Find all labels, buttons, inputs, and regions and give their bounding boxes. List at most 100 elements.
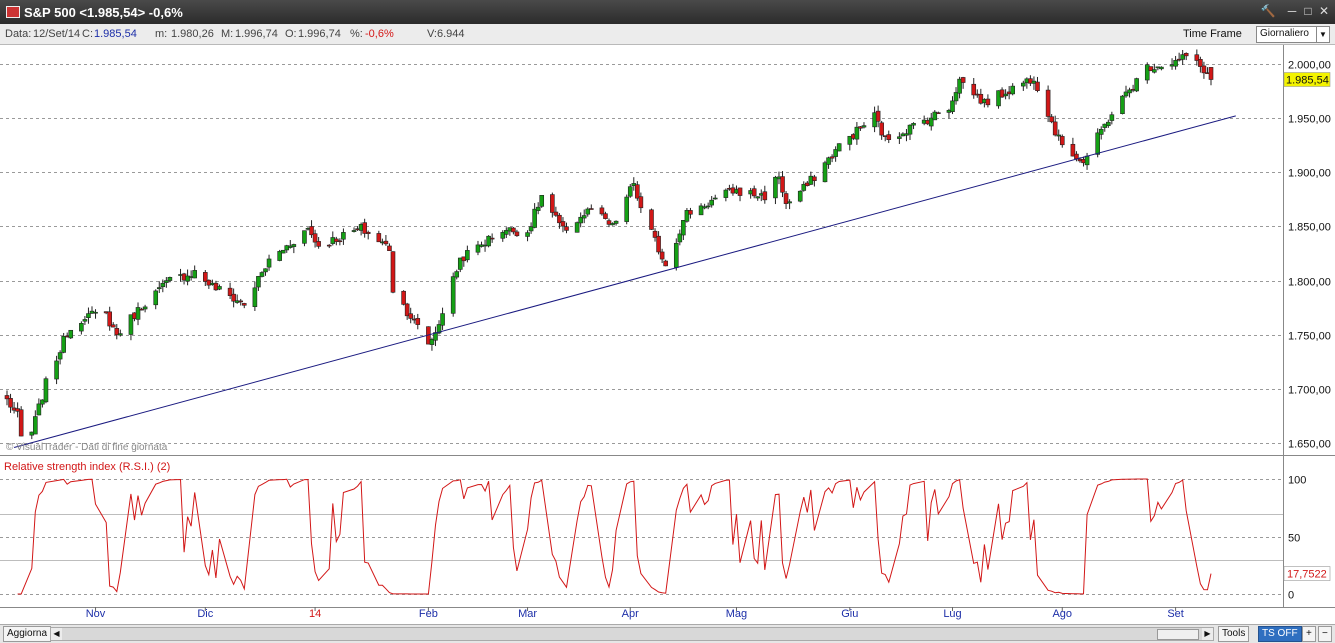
ts-off-button[interactable]: TS OFF: [1258, 626, 1302, 642]
chart-window-icon: [6, 6, 20, 18]
price-tick-label: 1.650,00: [1288, 439, 1331, 451]
candle-body: [712, 197, 718, 200]
open-value: 1.996,74: [298, 28, 341, 40]
candle-body: [550, 194, 555, 213]
candle-body: [1120, 95, 1125, 114]
chart-area[interactable]: 1.650,00 1.700,00 1.750,00 1.800,00 1.850,00…: [0, 45, 1335, 624]
candle-body: [33, 416, 38, 435]
pct-value: -0,6%: [365, 28, 394, 40]
price-tick-label: 1.800,00: [1288, 277, 1331, 289]
candle-body: [465, 250, 470, 261]
open-label: O:: [285, 28, 297, 40]
rsi-title: Relative strength index (R.S.I.) (2): [4, 461, 170, 473]
candle-body: [383, 240, 389, 245]
candle-body: [1095, 132, 1100, 155]
date-label: Data:: [5, 28, 32, 40]
horizontal-scrollbar[interactable]: ◀ ▶: [50, 627, 1214, 641]
xaxis-month-label: Nov: [86, 608, 106, 620]
minimize-button[interactable]: ─: [1284, 3, 1300, 19]
price-tick-label: 1.900,00: [1288, 168, 1331, 180]
max-label: M:: [221, 28, 234, 40]
candle-body: [1106, 121, 1111, 127]
candle-body: [256, 276, 261, 288]
candle-body: [1198, 59, 1203, 67]
candle-body: [737, 187, 743, 196]
candle-body: [401, 290, 406, 305]
candle-body: [351, 230, 357, 232]
candle-body: [762, 191, 768, 201]
candle-body: [525, 232, 530, 237]
candle-body: [1159, 66, 1164, 70]
price-tick-label: 2.000,00: [1288, 60, 1331, 72]
candle-body: [57, 352, 63, 360]
candle-body: [836, 143, 842, 152]
zoom-out-button[interactable]: −: [1318, 626, 1332, 642]
candle-body: [415, 318, 421, 325]
rsi-last-label: 17,7522: [1287, 569, 1327, 581]
timeframe-select[interactable]: Giornaliero ▼: [1256, 26, 1330, 43]
tools-button[interactable]: Tools: [1218, 626, 1250, 642]
candle-body: [142, 306, 148, 310]
update-button[interactable]: Aggiorna: [3, 626, 52, 642]
candle-body: [18, 409, 24, 437]
candle-body: [560, 221, 566, 227]
candle-body: [450, 276, 456, 314]
candle-body: [826, 157, 831, 165]
scroll-left-icon[interactable]: ◀: [51, 628, 62, 640]
candle-body: [454, 271, 460, 278]
candle-body: [656, 235, 661, 253]
candle-body: [1074, 153, 1079, 160]
candle-body: [153, 290, 159, 306]
scroll-right-icon[interactable]: ▶: [1202, 628, 1213, 640]
candle-body: [43, 378, 49, 403]
candle-body: [953, 92, 959, 102]
zoom-in-button[interactable]: +: [1302, 626, 1316, 642]
candle-body: [705, 205, 711, 208]
candle-body: [54, 360, 59, 380]
close-button[interactable]: ✕: [1316, 3, 1332, 19]
candle-body: [649, 209, 654, 230]
candle-body: [829, 156, 835, 159]
candle-body: [326, 244, 332, 247]
xaxis-month-label: Set: [1167, 608, 1184, 620]
candle-body: [252, 287, 258, 308]
candle-body: [588, 208, 594, 210]
window-title: S&P 500 <1.985,54> -0,6%: [24, 5, 183, 20]
price-tick-label: 1.750,00: [1288, 331, 1331, 343]
candle-body: [390, 251, 396, 293]
candle-body: [241, 303, 247, 306]
candle-body: [663, 260, 668, 267]
candle-body: [613, 220, 619, 224]
candle-body: [879, 122, 884, 136]
maximize-button[interactable]: □: [1300, 3, 1316, 19]
candle-body: [907, 124, 913, 135]
candle-body: [709, 199, 714, 206]
candle-body: [167, 277, 173, 281]
candle-body: [985, 98, 991, 106]
timeframe-label: Time Frame: [1183, 28, 1242, 40]
candle-body: [93, 311, 98, 314]
candle-body: [1098, 128, 1104, 135]
candle-body: [489, 237, 495, 240]
candle-body: [1183, 52, 1189, 57]
candle-body: [875, 110, 881, 122]
candle-body: [86, 313, 91, 318]
candle-body: [217, 286, 222, 290]
candle-body: [599, 207, 605, 215]
candle-body: [1035, 81, 1040, 91]
candle-body: [635, 184, 640, 199]
candle-body: [723, 189, 729, 198]
candle-body: [773, 176, 778, 199]
scrollbar-thumb[interactable]: [1157, 629, 1199, 640]
candle-body: [971, 83, 977, 96]
candle-body: [624, 196, 630, 222]
close-value: 1.985,54: [94, 28, 137, 40]
candle-body: [118, 333, 123, 336]
candle-body: [341, 232, 346, 240]
rsi-tick-label: 100: [1288, 475, 1306, 487]
xaxis-month-label: 14: [309, 608, 321, 620]
tools-icon[interactable]: 🔨: [1260, 3, 1276, 19]
candle-body: [511, 227, 516, 233]
candle-body: [316, 241, 321, 247]
candle-body: [376, 233, 382, 243]
